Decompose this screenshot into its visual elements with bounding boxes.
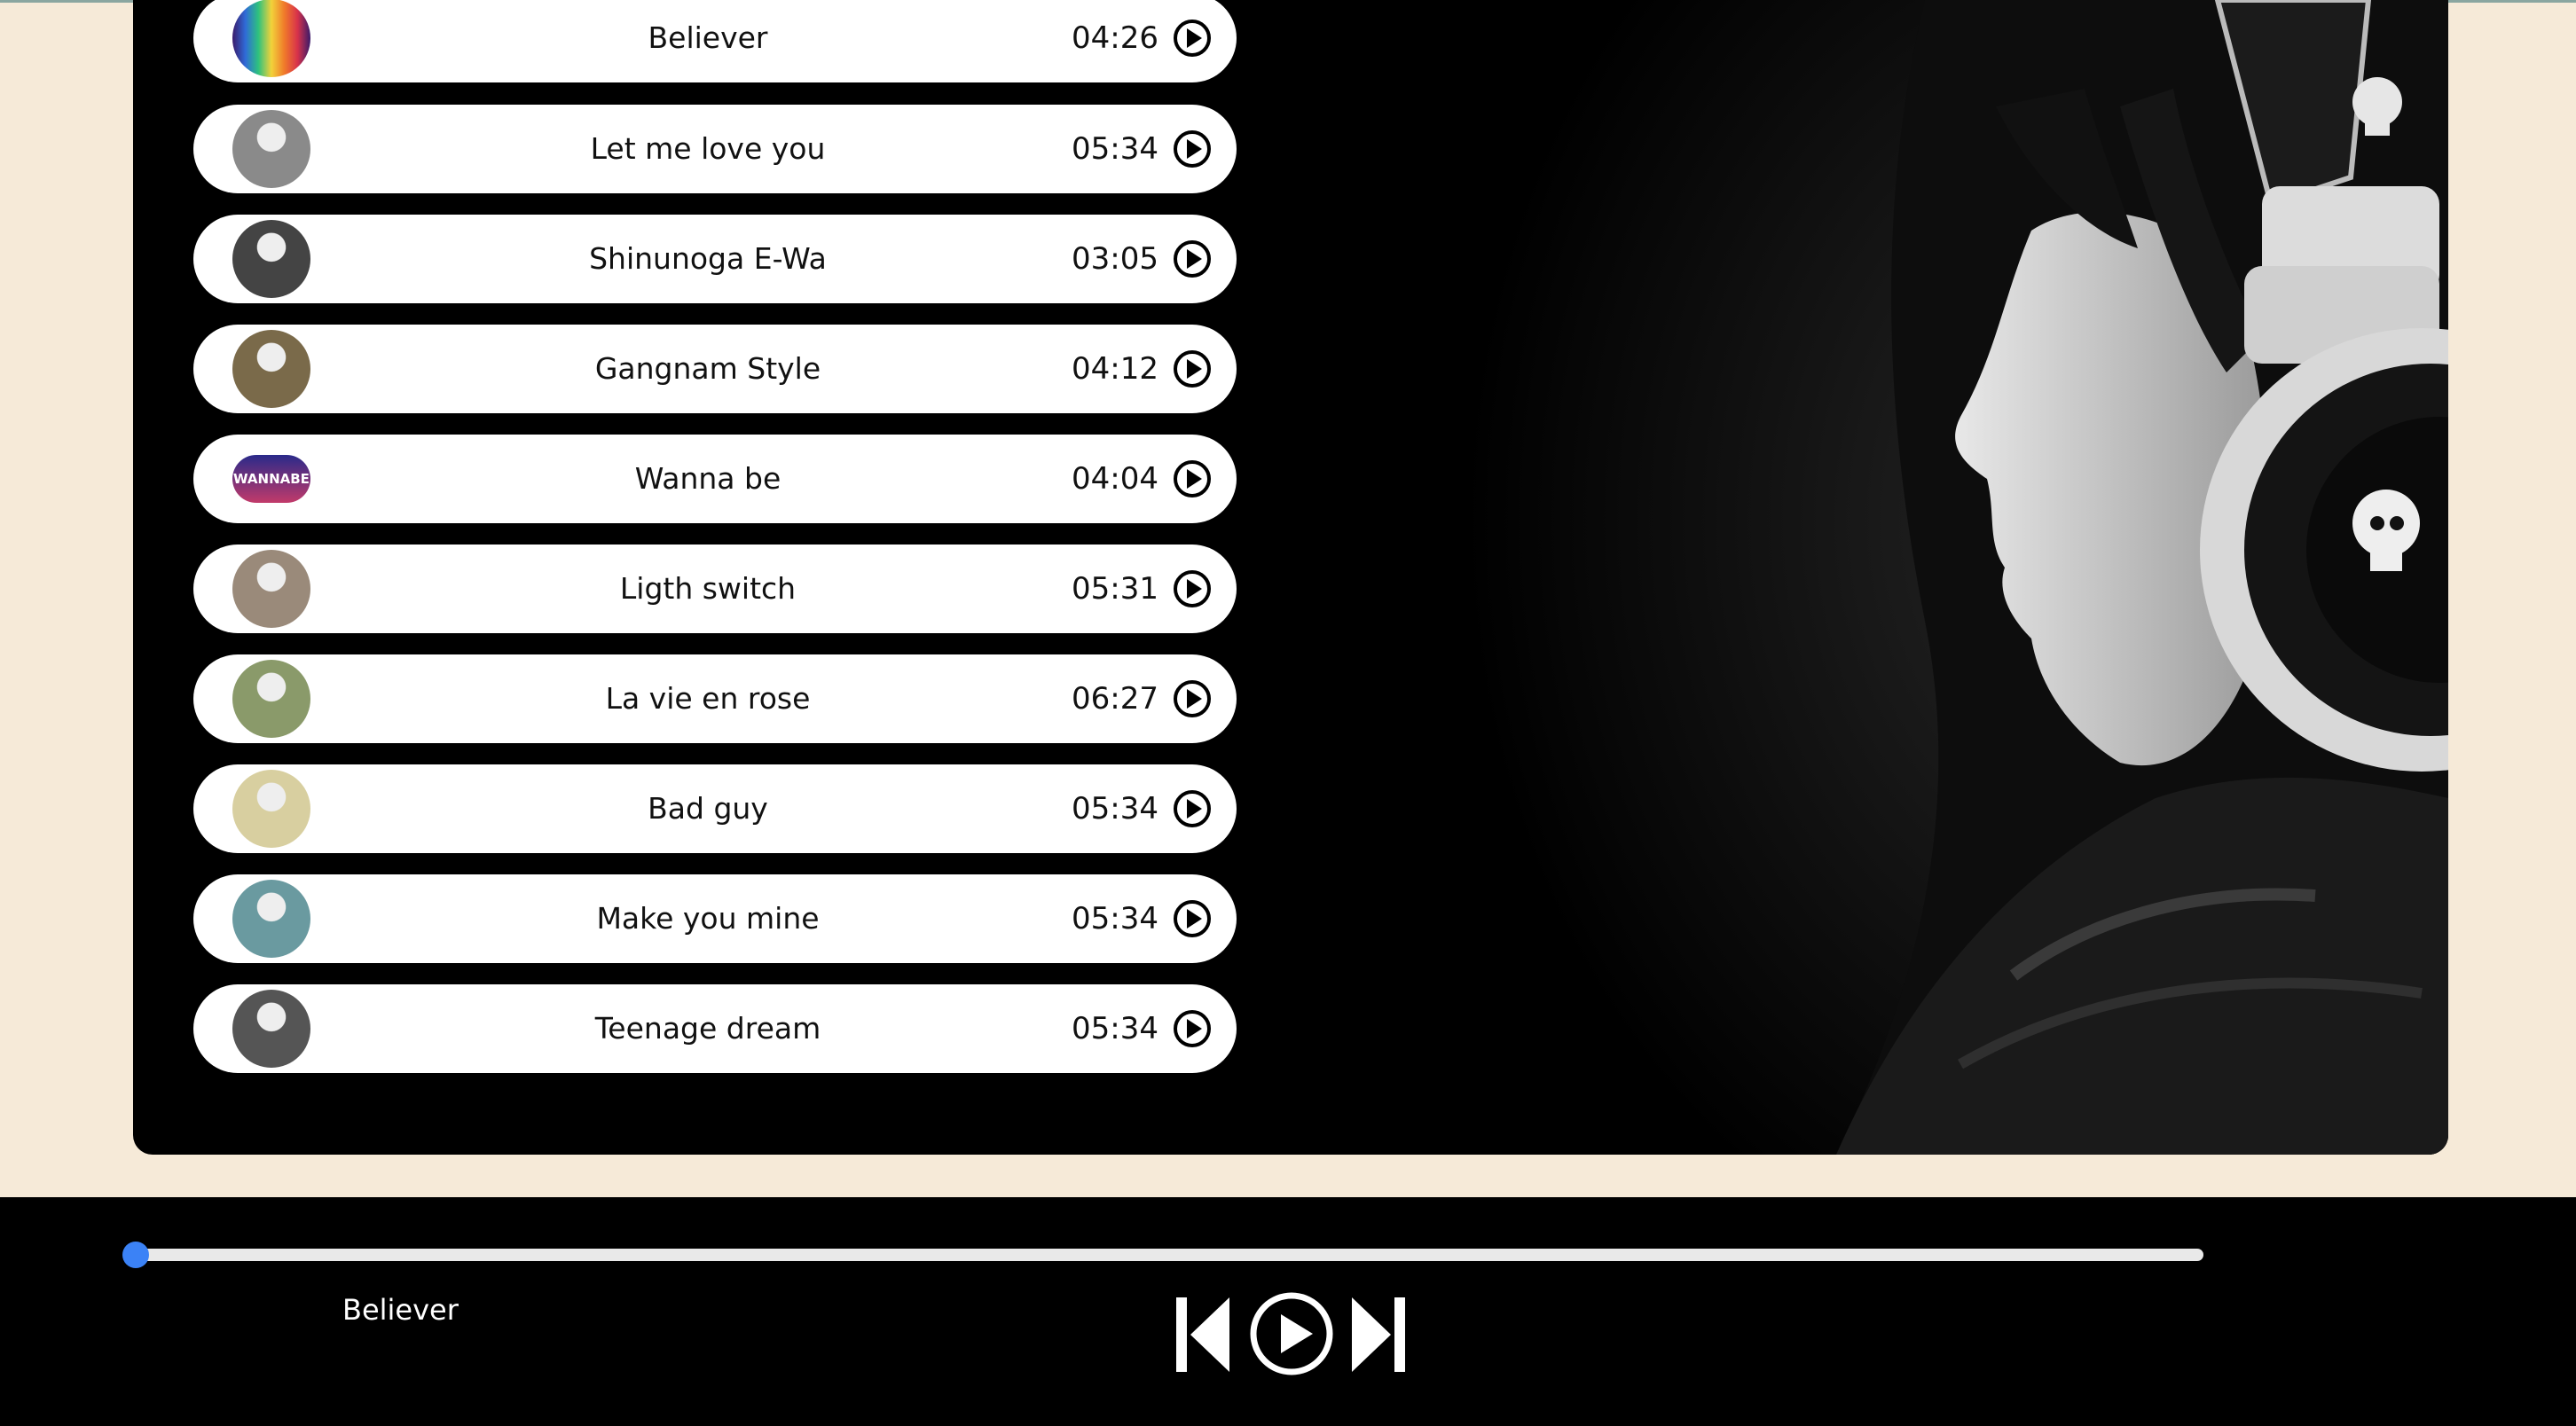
song-duration: 04:04 (1072, 461, 1158, 497)
song-thumbnail (232, 880, 310, 958)
song-title: Ligth switch (619, 571, 797, 606)
play-circle-icon[interactable] (1173, 19, 1212, 58)
hero-headphones-image (1464, 0, 2448, 1155)
song-row[interactable]: WANNABE Wanna be 04:04 (193, 435, 1237, 523)
song-duration: 06:27 (1072, 681, 1158, 717)
song-row[interactable]: Make you mine 05:34 (193, 874, 1237, 963)
song-title: Gangnam Style (594, 351, 821, 386)
next-icon (1352, 1297, 1391, 1372)
song-duration: 05:34 (1072, 1011, 1158, 1046)
song-row[interactable]: Gangnam Style 04:12 (193, 325, 1237, 413)
song-row[interactable]: Ligth switch 05:31 (193, 545, 1237, 633)
playlist-panel: Believer 04:26 Let me love you 05:34 Shinuno… (133, 0, 2448, 1155)
song-thumbnail (232, 330, 310, 408)
previous-track-button[interactable] (1174, 1295, 1231, 1375)
song-thumbnail (232, 770, 310, 848)
song-row[interactable]: La vie en rose 06:27 (193, 654, 1237, 743)
song-thumbnail-text: WANNABE (233, 471, 310, 487)
next-track-button[interactable] (1350, 1295, 1407, 1375)
song-title: Bad guy (648, 791, 768, 826)
song-row[interactable]: Believer 04:26 (193, 0, 1237, 82)
song-thumbnail (232, 220, 310, 298)
now-playing-title: Believer (342, 1293, 459, 1327)
song-title: La vie en rose (605, 681, 811, 716)
song-duration: 03:05 (1072, 241, 1158, 277)
song-row[interactable]: Teenage dream 05:34 (193, 984, 1237, 1073)
play-circle-icon[interactable] (1173, 349, 1212, 388)
progress-knob[interactable] (122, 1242, 149, 1268)
song-duration: 04:12 (1072, 351, 1158, 387)
song-title: Teenage dream (594, 1011, 821, 1046)
play-circle-icon[interactable] (1173, 1009, 1212, 1048)
song-title: Wanna be (634, 461, 781, 496)
song-thumbnail (232, 550, 310, 628)
song-row[interactable]: Bad guy 05:34 (193, 764, 1237, 853)
play-circle-icon[interactable] (1173, 239, 1212, 278)
song-thumbnail (232, 0, 310, 77)
play-circle-icon[interactable] (1173, 789, 1212, 828)
player-bar: Believer (0, 1197, 2576, 1426)
play-circle-icon[interactable] (1173, 679, 1212, 718)
song-title: Shinunoga E-Wa (589, 241, 827, 276)
play-circle-icon[interactable] (1173, 899, 1212, 938)
song-duration: 05:34 (1072, 901, 1158, 936)
play-circle-icon[interactable] (1173, 129, 1212, 168)
play-pause-button[interactable] (1249, 1291, 1334, 1376)
song-thumbnail: WANNABE (232, 455, 310, 503)
previous-icon (1176, 1297, 1187, 1372)
song-duration: 04:26 (1072, 20, 1158, 56)
song-thumbnail (232, 110, 310, 188)
song-title: Let me love you (590, 131, 826, 166)
song-title: Make you mine (596, 901, 820, 936)
song-duration: 05:34 (1072, 791, 1158, 827)
song-thumbnail (232, 660, 310, 738)
song-row[interactable]: Shinunoga E-Wa 03:05 (193, 215, 1237, 303)
song-duration: 05:34 (1072, 131, 1158, 167)
song-row[interactable]: Let me love you 05:34 (193, 105, 1237, 193)
play-circle-icon[interactable] (1173, 569, 1212, 608)
song-duration: 05:31 (1072, 571, 1158, 607)
progress-slider[interactable] (122, 1242, 2203, 1268)
song-thumbnail (232, 990, 310, 1068)
song-title: Believer (648, 20, 768, 55)
play-circle-icon[interactable] (1173, 459, 1212, 498)
